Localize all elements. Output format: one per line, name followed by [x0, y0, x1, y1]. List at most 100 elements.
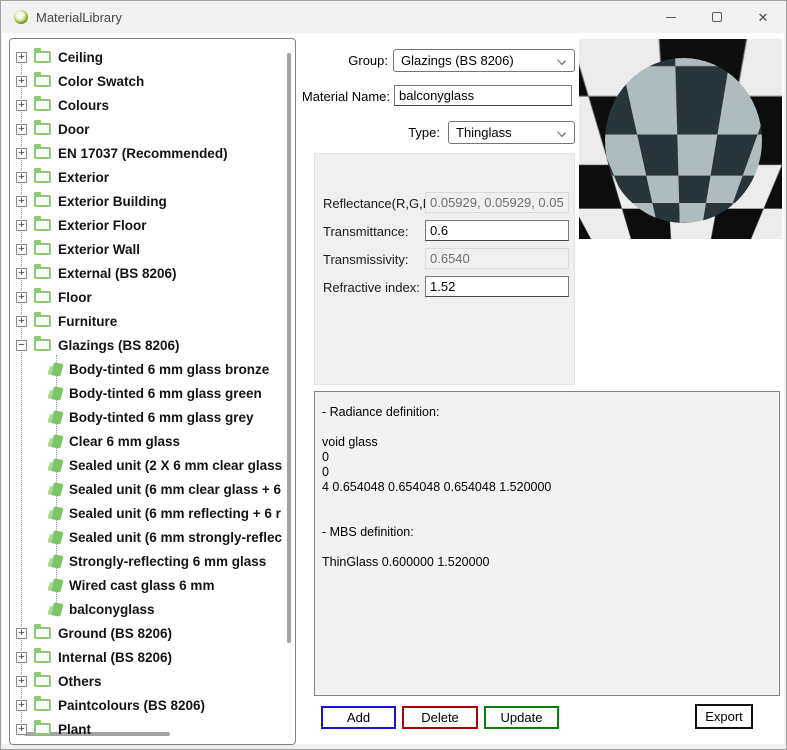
expand-toggle-icon[interactable]: + — [16, 316, 27, 327]
close-icon: ✕ — [758, 11, 769, 24]
expand-toggle-icon[interactable]: + — [16, 628, 27, 639]
app-icon — [14, 10, 28, 24]
expand-toggle-icon[interactable]: + — [16, 652, 27, 663]
expand-toggle-icon[interactable]: + — [16, 52, 27, 63]
definition-text: - Radiance definition: void glass 0 0 4 … — [322, 405, 773, 689]
tree-item-floor[interactable]: + Floor — [10, 285, 295, 309]
tree-item-colours[interactable]: +Colours — [10, 93, 295, 117]
type-label: Type: — [332, 125, 440, 140]
expand-toggle-icon[interactable]: + — [16, 196, 27, 207]
expand-toggle-icon[interactable]: + — [16, 124, 27, 135]
expand-toggle-icon[interactable]: + — [16, 220, 27, 231]
tree-item-label: Exterior Wall — [58, 242, 140, 257]
tree-item-ground-bs-8206[interactable]: +Ground (BS 8206) — [10, 621, 295, 645]
folder-icon — [34, 123, 51, 135]
folder-icon — [34, 627, 51, 639]
tree-item-sealed-unit-6-mm-strongly-reflec[interactable]: Sealed unit (6 mm strongly-reflec — [10, 525, 295, 549]
expand-toggle-icon[interactable]: + — [16, 100, 27, 111]
tree-item-balconyglass[interactable]: balconyglass — [10, 597, 295, 621]
maximize-button[interactable] — [694, 1, 740, 33]
material-icon — [50, 458, 63, 472]
folder-icon — [34, 723, 51, 735]
tree-item-exterior-floor[interactable]: +Exterior Floor — [10, 213, 295, 237]
group-value: Glazings (BS 8206) — [401, 53, 514, 68]
window-title: MaterialLibrary — [36, 10, 122, 25]
maximize-icon — [712, 12, 722, 22]
folder-icon — [34, 219, 51, 231]
tree-item-body-tinted-6-mm-glass-bronze[interactable]: Body-tinted 6 mm glass bronze — [10, 357, 295, 381]
folder-icon — [34, 651, 51, 663]
tree-item-others[interactable]: +Others — [10, 669, 295, 693]
expand-toggle-icon[interactable]: + — [16, 268, 27, 279]
group-dropdown[interactable]: Glazings (BS 8206) — [393, 49, 575, 72]
tree-item-label: Strongly-reflecting 6 mm glass — [69, 554, 266, 569]
preview-sphere-shading — [605, 58, 762, 223]
type-dropdown[interactable]: Thinglass — [448, 121, 575, 144]
refractive-index-input[interactable] — [425, 276, 569, 297]
close-button[interactable]: ✕ — [740, 1, 786, 33]
delete-button[interactable]: Delete — [402, 706, 478, 729]
tree-item-label: Exterior — [58, 170, 109, 185]
definition-box: - Radiance definition: void glass 0 0 4 … — [314, 391, 780, 696]
expand-toggle-icon[interactable]: + — [16, 724, 27, 735]
tree-item-exterior-wall[interactable]: + Exterior Wall — [10, 237, 295, 261]
tree-item-strongly-reflecting-6-mm-glass[interactable]: Strongly-reflecting 6 mm glass — [10, 549, 295, 573]
material-name-input[interactable] — [394, 85, 572, 106]
material-icon — [50, 506, 63, 520]
tree-item-body-tinted-6-mm-glass-green[interactable]: Body-tinted 6 mm glass green — [10, 381, 295, 405]
tree-item-sealed-unit-6-mm-reflecting-6-r[interactable]: Sealed unit (6 mm reflecting + 6 r — [10, 501, 295, 525]
minimize-button[interactable] — [648, 1, 694, 33]
material-library-window: MaterialLibrary ✕ +Ceiling+Color Swatch+… — [0, 0, 787, 750]
export-button[interactable]: Export — [695, 704, 753, 729]
expand-toggle-icon[interactable]: + — [16, 76, 27, 87]
tree-item-wired-cast-glass-6-mm[interactable]: Wired cast glass 6 mm — [10, 573, 295, 597]
transmittance-label: Transmittance: — [323, 224, 409, 239]
tree-item-external-bs-8206[interactable]: + External (BS 8206) — [10, 261, 295, 285]
tree-item-plant[interactable]: + Plant — [10, 717, 295, 741]
chevron-down-icon — [557, 56, 566, 65]
chevron-down-icon — [557, 128, 566, 137]
add-button[interactable]: Add — [321, 706, 396, 729]
preview-glass-sphere — [605, 58, 762, 223]
update-button[interactable]: Update — [484, 706, 559, 729]
expand-toggle-icon[interactable]: + — [16, 676, 27, 687]
property-row-transmittance: Transmittance: — [323, 220, 568, 242]
collapse-toggle-icon[interactable]: − — [16, 340, 27, 351]
tree-item-sealed-unit-2-x-6-mm-clear-glass[interactable]: Sealed unit (2 X 6 mm clear glass — [10, 453, 295, 477]
tree-item-en-17037-recommended[interactable]: +EN 17037 (Recommended) — [10, 141, 295, 165]
tree-item-exterior-building[interactable]: +Exterior Building — [10, 189, 295, 213]
tree-item-label: Body-tinted 6 mm glass green — [69, 386, 262, 401]
tree-item-label: External (BS 8206) — [58, 266, 177, 281]
minimize-icon — [666, 17, 676, 18]
material-icon — [50, 410, 63, 424]
tree-item-body-tinted-6-mm-glass-grey[interactable]: Body-tinted 6 mm glass grey — [10, 405, 295, 429]
folder-icon — [34, 99, 51, 111]
material-icon — [50, 578, 63, 592]
tree-item-label: Color Swatch — [58, 74, 144, 89]
folder-icon — [34, 339, 51, 351]
expand-toggle-icon[interactable]: + — [16, 700, 27, 711]
tree-item-sealed-unit-6-mm-clear-glass-6[interactable]: Sealed unit (6 mm clear glass + 6 — [10, 477, 295, 501]
transmittance-input[interactable] — [425, 220, 569, 241]
tree-item-color-swatch[interactable]: + Color Swatch — [10, 69, 295, 93]
tree-item-label: Plant — [58, 722, 91, 737]
expand-toggle-icon[interactable]: + — [16, 292, 27, 303]
tree-item-label: Floor — [58, 290, 92, 305]
tree-item-furniture[interactable]: +Furniture — [10, 309, 295, 333]
expand-toggle-icon[interactable]: + — [16, 172, 27, 183]
tree-item-paintcolours-bs-8206[interactable]: +Paintcolours (BS 8206) — [10, 693, 295, 717]
tree-item-glazings-bs-8206[interactable]: −Glazings (BS 8206) — [10, 333, 295, 357]
tree-item-internal-bs-8206[interactable]: +Internal (BS 8206) — [10, 645, 295, 669]
tree-item-clear-6-mm-glass[interactable]: Clear 6 mm glass — [10, 429, 295, 453]
tree-item-exterior[interactable]: + Exterior — [10, 165, 295, 189]
expand-toggle-icon[interactable]: + — [16, 244, 27, 255]
folder-icon — [34, 51, 51, 63]
tree-item-ceiling[interactable]: +Ceiling — [10, 45, 295, 69]
transmissivity-label: Transmissivity: — [323, 252, 408, 267]
tree-item-door[interactable]: +Door — [10, 117, 295, 141]
material-icon — [50, 386, 63, 400]
folder-icon — [34, 315, 51, 327]
expand-toggle-icon[interactable]: + — [16, 148, 27, 159]
tree-item-label: Sealed unit (6 mm clear glass + 6 — [69, 482, 281, 497]
material-icon — [50, 602, 63, 616]
